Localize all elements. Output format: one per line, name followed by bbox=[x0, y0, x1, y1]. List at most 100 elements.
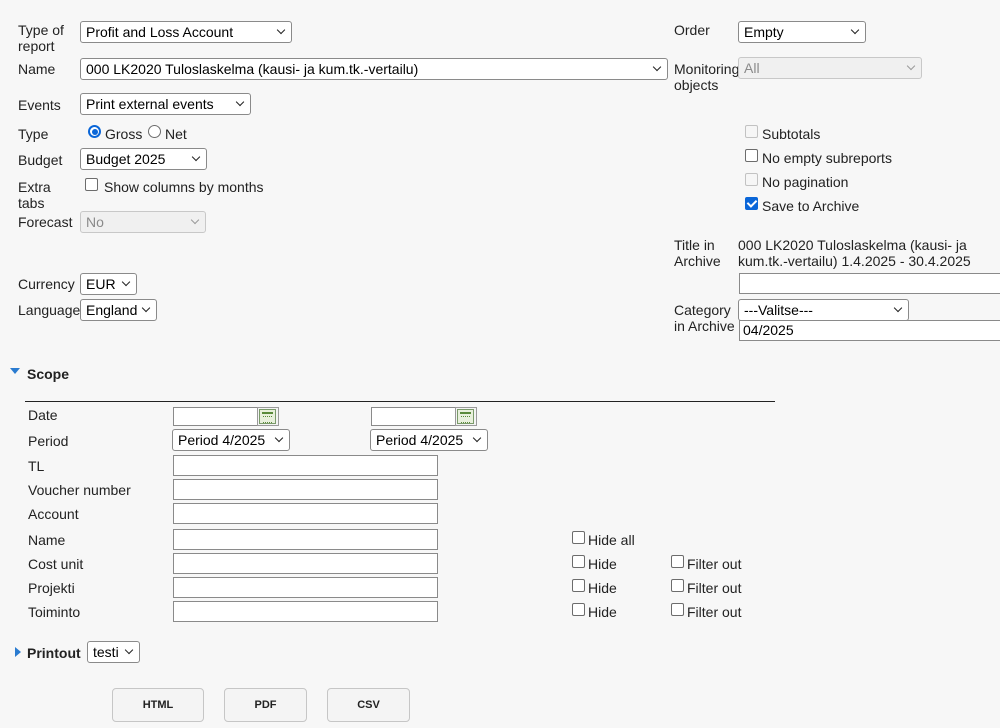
order-label: Order bbox=[674, 22, 710, 38]
scope-heading[interactable]: Scope bbox=[27, 366, 69, 382]
period-label: Period bbox=[28, 433, 69, 449]
currency-value: EUR bbox=[86, 276, 116, 292]
monitoring-objects-value: All bbox=[744, 60, 760, 76]
account-input[interactable] bbox=[173, 503, 438, 524]
hide-all-checkbox[interactable] bbox=[572, 531, 585, 544]
tl-input[interactable] bbox=[173, 455, 438, 476]
subtotals-label: Subtotals bbox=[762, 126, 821, 142]
forecast-label: Forecast bbox=[18, 214, 73, 230]
chevron-down-icon bbox=[472, 433, 482, 443]
events-select[interactable]: Print external events bbox=[80, 93, 251, 115]
cost-unit-filter-out-checkbox[interactable] bbox=[671, 555, 684, 568]
monitoring-objects-select[interactable]: All bbox=[738, 57, 922, 79]
printout-value: testi bbox=[93, 644, 119, 660]
no-empty-subreports-label: No empty subreports bbox=[762, 150, 892, 166]
toiminto-input[interactable] bbox=[173, 601, 438, 622]
budget-label: Budget bbox=[18, 152, 63, 168]
category-in-archive-select[interactable]: ---Valitse--- bbox=[738, 299, 909, 321]
chevron-down-icon bbox=[906, 61, 916, 71]
subtotals-checkbox[interactable] bbox=[745, 125, 758, 138]
show-columns-by-months-checkbox[interactable] bbox=[85, 178, 98, 191]
calendar-icon bbox=[259, 409, 276, 424]
report-name-value: 000 LK2020 Tuloslaskelma (kausi- ja kum.… bbox=[86, 61, 419, 77]
period-from-select[interactable]: Period 4/2025 bbox=[172, 429, 290, 451]
calendar-icon bbox=[457, 409, 474, 424]
scope-divider bbox=[25, 401, 775, 402]
type-label: Type bbox=[18, 126, 49, 142]
title-in-archive-input[interactable] bbox=[739, 273, 1000, 294]
net-radio-label: Net bbox=[165, 126, 187, 142]
period-from-value: Period 4/2025 bbox=[178, 432, 266, 448]
type-of-report-select[interactable]: Profit and Loss Account bbox=[80, 21, 292, 43]
projekti-filter-out-checkbox[interactable] bbox=[671, 579, 684, 592]
currency-label: Currency bbox=[18, 276, 75, 292]
gross-radio[interactable] bbox=[88, 125, 101, 138]
pdf-button[interactable]: PDF bbox=[224, 688, 307, 722]
voucher-number-label: Voucher number bbox=[28, 482, 131, 498]
toiminto-hide-checkbox[interactable] bbox=[572, 603, 585, 616]
projekti-hide-checkbox[interactable] bbox=[572, 579, 585, 592]
cost-unit-filter-out-label: Filter out bbox=[687, 556, 742, 572]
chevron-down-icon bbox=[893, 303, 903, 313]
toiminto-hide-label: Hide bbox=[588, 604, 617, 620]
hide-all-label: Hide all bbox=[588, 532, 635, 548]
chevron-down-icon bbox=[235, 97, 245, 107]
monitoring-objects-label: Monitoring objects bbox=[674, 61, 740, 93]
no-empty-subreports-checkbox[interactable] bbox=[745, 149, 758, 162]
toiminto-filter-out-checkbox[interactable] bbox=[671, 603, 684, 616]
name-label: Name bbox=[18, 61, 56, 77]
cost-unit-hide-checkbox[interactable] bbox=[572, 555, 585, 568]
chevron-down-icon bbox=[141, 303, 151, 313]
gross-radio-label: Gross bbox=[105, 126, 143, 142]
chevron-down-icon bbox=[276, 25, 286, 35]
no-pagination-checkbox[interactable] bbox=[745, 173, 758, 186]
chevron-down-icon bbox=[191, 152, 201, 162]
forecast-value: No bbox=[86, 214, 104, 230]
csv-button[interactable]: CSV bbox=[327, 688, 410, 722]
cost-unit-label: Cost unit bbox=[28, 556, 84, 572]
chevron-down-icon bbox=[121, 277, 131, 287]
date-label: Date bbox=[28, 407, 58, 423]
toiminto-filter-out-label: Filter out bbox=[687, 604, 742, 620]
save-to-archive-label: Save to Archive bbox=[762, 198, 860, 214]
no-pagination-label: No pagination bbox=[762, 174, 849, 190]
collapse-arrow-icon[interactable] bbox=[10, 368, 20, 374]
budget-select[interactable]: Budget 2025 bbox=[80, 148, 207, 170]
chevron-down-icon bbox=[190, 215, 200, 225]
date-to-input[interactable] bbox=[371, 407, 457, 426]
title-in-archive-text: 000 LK2020 Tuloslaskelma (kausi- ja kum.… bbox=[738, 237, 971, 269]
expand-arrow-icon[interactable] bbox=[15, 647, 21, 657]
net-radio[interactable] bbox=[148, 125, 161, 138]
scope-name-label: Name bbox=[28, 532, 66, 548]
order-value: Empty bbox=[744, 24, 784, 40]
category-in-archive-input[interactable]: 04/2025 bbox=[739, 320, 1000, 341]
projekti-input[interactable] bbox=[173, 577, 438, 598]
budget-value: Budget 2025 bbox=[86, 151, 166, 167]
printout-select[interactable]: testi bbox=[87, 641, 140, 663]
html-button[interactable]: HTML bbox=[112, 688, 204, 722]
period-to-select[interactable]: Period 4/2025 bbox=[370, 429, 488, 451]
cost-unit-input[interactable] bbox=[173, 553, 438, 574]
date-from-input[interactable] bbox=[173, 407, 259, 426]
scope-name-input[interactable] bbox=[173, 529, 438, 550]
date-from-calendar-button[interactable] bbox=[257, 407, 279, 426]
printout-heading[interactable]: Printout bbox=[27, 645, 81, 661]
report-name-select[interactable]: 000 LK2020 Tuloslaskelma (kausi- ja kum.… bbox=[80, 58, 668, 80]
save-to-archive-checkbox[interactable] bbox=[745, 197, 758, 210]
currency-select[interactable]: EUR bbox=[80, 273, 137, 295]
date-to-calendar-button[interactable] bbox=[455, 407, 477, 426]
category-in-archive-value: ---Valitse--- bbox=[744, 302, 813, 318]
toiminto-label: Toiminto bbox=[28, 604, 81, 620]
chevron-down-icon bbox=[850, 25, 860, 35]
projekti-hide-label: Hide bbox=[588, 580, 617, 596]
period-to-value: Period 4/2025 bbox=[376, 432, 464, 448]
events-label: Events bbox=[18, 97, 61, 113]
language-select[interactable]: England bbox=[80, 299, 157, 321]
order-select[interactable]: Empty bbox=[738, 21, 866, 43]
language-label: Language bbox=[18, 302, 81, 318]
type-of-report-label: Type of report bbox=[18, 22, 64, 54]
forecast-select[interactable]: No bbox=[80, 211, 206, 233]
cost-unit-hide-label: Hide bbox=[588, 556, 617, 572]
voucher-number-input[interactable] bbox=[173, 479, 438, 500]
language-value: England bbox=[86, 302, 138, 318]
